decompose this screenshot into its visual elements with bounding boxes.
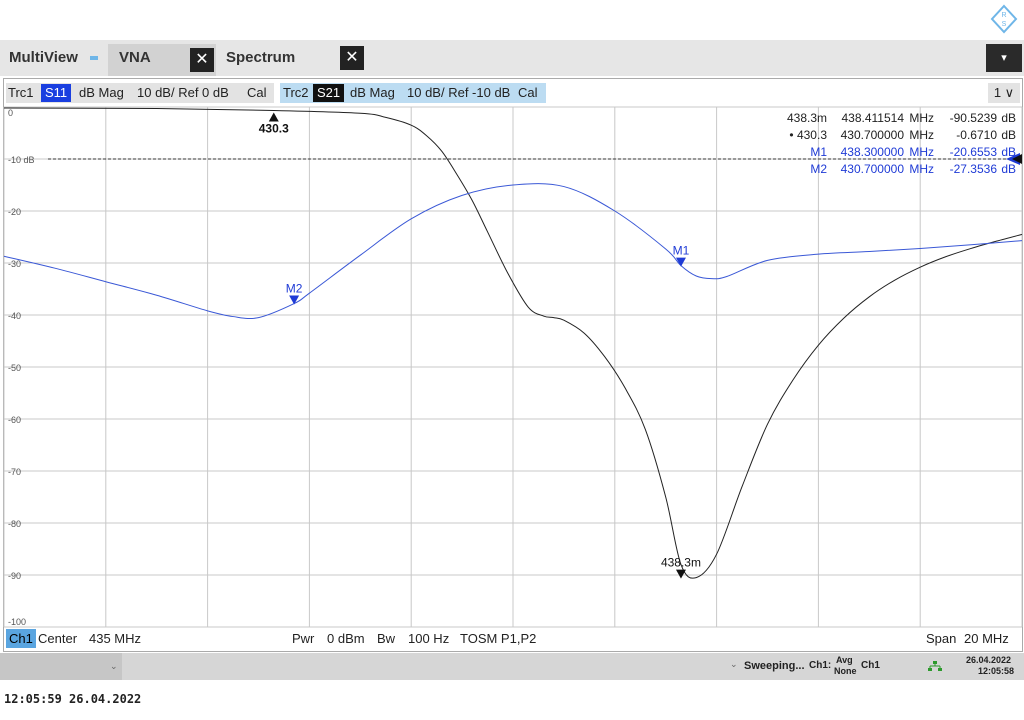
y-tick-label: -10 dB	[8, 155, 35, 165]
chevron-down-icon: ⌄	[730, 659, 738, 669]
y-tick-label: -70	[8, 467, 21, 477]
status-date: 26.04.2022	[966, 655, 1012, 665]
sweep-status: Sweeping...	[744, 660, 805, 672]
avg-channel: Ch1	[861, 660, 880, 671]
avg-label: Avg	[836, 655, 853, 665]
marker-table-cell: dB	[1001, 111, 1016, 125]
marker-table-cell: MHz	[909, 111, 934, 125]
screenshot-timestamp: 12:05:59 26.04.2022	[4, 692, 142, 706]
marker-table-cell: dB	[1001, 128, 1016, 142]
y-tick-label: -60	[8, 415, 21, 425]
marker-table-row: M1 438.300000 MHz -20.6553 dB	[810, 145, 1016, 159]
marker-table-cell: -0.6710	[956, 128, 997, 142]
y-tick-label: -100	[8, 617, 26, 627]
marker-triangle-icon	[268, 112, 279, 122]
span-label: Span	[926, 631, 957, 646]
marker-triangle-icon	[289, 295, 300, 305]
marker-table-cell: MHz	[909, 145, 934, 159]
y-tick-label: -50	[8, 363, 21, 373]
marker-table-cell: -20.6553	[950, 145, 998, 159]
marker-table-cell: MHz	[909, 128, 934, 142]
y-tick-label: -30	[8, 259, 21, 269]
marker-table: 438.3m 438.411514 MHz -90.5239 dB• 430.3 430.…	[787, 111, 1016, 176]
marker-label: 438.3m	[661, 556, 701, 570]
marker[interactable]: 430.3	[259, 112, 289, 135]
marker-table-row: M2 430.700000 MHz -27.3536 dB	[810, 162, 1016, 176]
marker-table-cell: dB	[1001, 162, 1016, 176]
y-tick-label: -40	[8, 311, 21, 321]
marker-label: 430.3	[259, 121, 289, 135]
span-value[interactable]: 20 MHz	[964, 631, 1009, 646]
marker-label: M2	[286, 282, 303, 296]
y-tick-label: 0	[8, 108, 13, 118]
chart-markers: 430.3 438.3m M1 M2	[259, 112, 701, 579]
marker-label: M1	[673, 244, 690, 258]
y-tick-label: -90	[8, 571, 21, 581]
marker-table-cell: 430.700000	[841, 128, 905, 142]
marker-table-cell: M1	[810, 145, 827, 159]
y-tick-label: -80	[8, 519, 21, 529]
cal-status: TOSM P1,P2	[460, 631, 537, 646]
marker-table-cell: -90.5239	[950, 111, 998, 125]
center-label: Center	[38, 631, 78, 646]
marker-table-row: • 430.3 430.700000 MHz -0.6710 dB	[789, 128, 1016, 142]
marker[interactable]: M2	[286, 282, 303, 305]
marker-table-cell: 430.700000	[841, 162, 905, 176]
channel-status-bar: Ch1 Center 435 MHz Pwr 0 dBm Bw 100 Hz T…	[4, 629, 1020, 649]
y-tick-label: -20	[8, 207, 21, 217]
chevron-down-icon: ⌄	[110, 661, 118, 671]
bw-label: Bw	[377, 631, 396, 646]
marker-table-cell: M2	[810, 162, 827, 176]
chart-svg: 0 -10 dB -20 -30 -40 -50 -60 -70 -80 -90 -100 430.…	[3, 106, 1023, 628]
pwr-value[interactable]: 0 dBm	[327, 631, 365, 646]
marker-table-row: 438.3m 438.411514 MHz -90.5239 dB	[787, 111, 1016, 125]
softkey-section[interactable]: ⌄	[0, 653, 122, 680]
channel-badge[interactable]: Ch1	[6, 629, 36, 648]
marker-table-cell: 438.300000	[841, 145, 905, 159]
pwr-label: Pwr	[292, 631, 315, 646]
bottom-status-bar: ⌄ ⌄ Sweeping... Ch1: Avg None Ch1 26.04.…	[0, 653, 1024, 680]
marker-table-cell: 438.3m	[787, 111, 827, 125]
avg-value: None	[834, 666, 857, 676]
channel-label: Ch1:	[809, 660, 832, 671]
center-value[interactable]: 435 MHz	[89, 631, 141, 646]
bw-value[interactable]: 100 Hz	[408, 631, 449, 646]
marker-table-cell: MHz	[909, 162, 934, 176]
network-icon	[928, 661, 942, 671]
marker-table-cell: -27.3536	[950, 162, 998, 176]
marker-table-cell: 438.411514	[841, 111, 904, 125]
marker-triangle-icon	[675, 569, 686, 579]
marker-table-cell: dB	[1001, 145, 1016, 159]
status-time: 12:05:58	[978, 666, 1015, 676]
marker-table-cell: • 430.3	[789, 128, 827, 142]
